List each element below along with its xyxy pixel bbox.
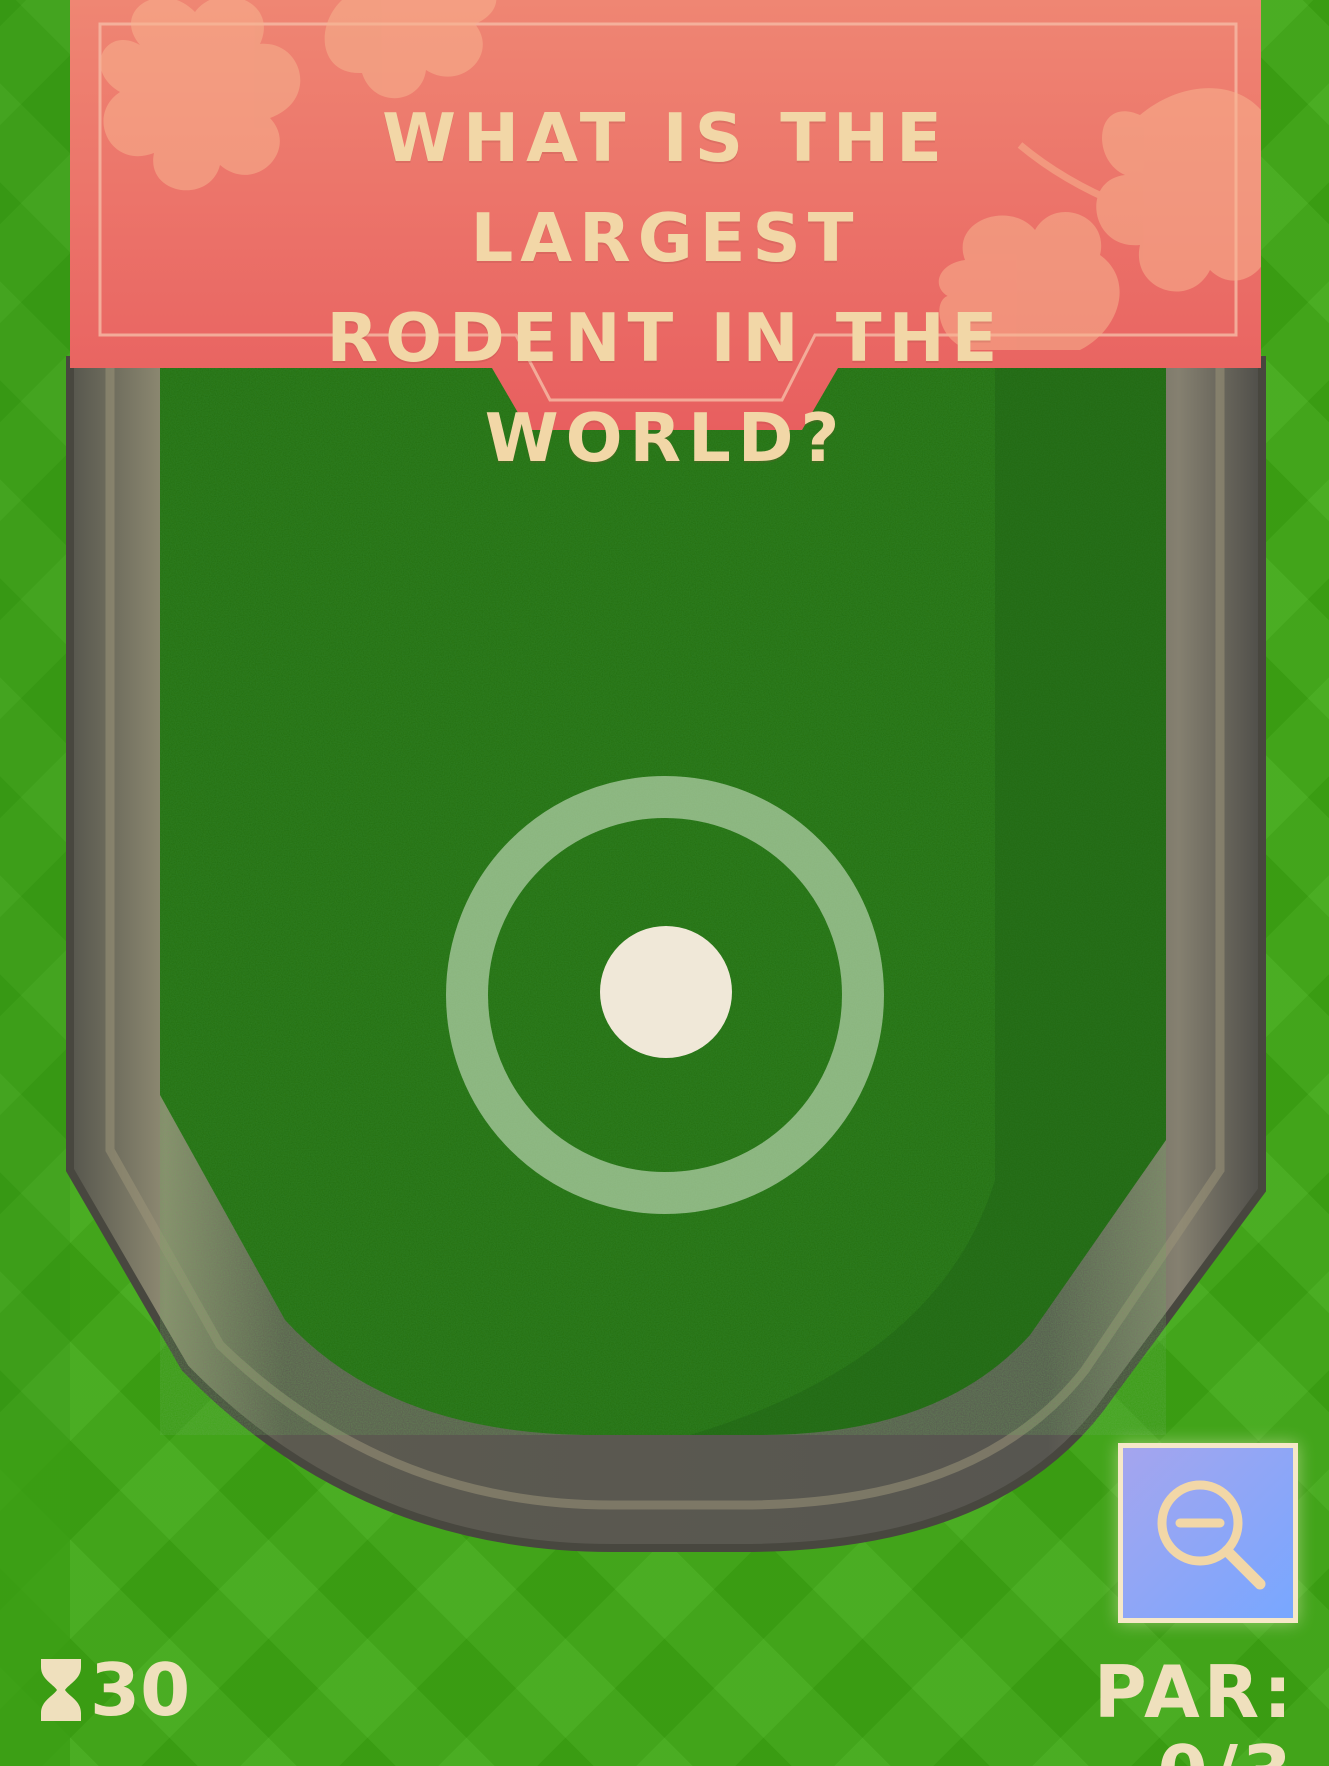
mini-golf-game-screen: WHAT IS THE LARGEST RODENT IN THE WORLD?… xyxy=(0,0,1329,1766)
golf-ball[interactable] xyxy=(600,926,732,1058)
question-line-1: WHAT IS THE LARGEST xyxy=(382,99,949,277)
hourglass-icon xyxy=(41,1659,81,1721)
timer-value: 30 xyxy=(90,1648,191,1732)
shot-timer: 30 xyxy=(38,1650,190,1730)
par-counter: PAR: 0/3 xyxy=(1093,1650,1296,1766)
question-line-2: RODENT IN THE WORLD? xyxy=(326,299,1005,477)
question-text: WHAT IS THE LARGEST RODENT IN THE WORLD? xyxy=(190,88,1141,488)
zoom-out-button[interactable] xyxy=(1118,1443,1298,1623)
zoom-out-icon xyxy=(1157,1480,1266,1590)
lawn-left-shade xyxy=(0,0,70,1440)
question-banner: WHAT IS THE LARGEST RODENT IN THE WORLD? xyxy=(70,0,1261,477)
